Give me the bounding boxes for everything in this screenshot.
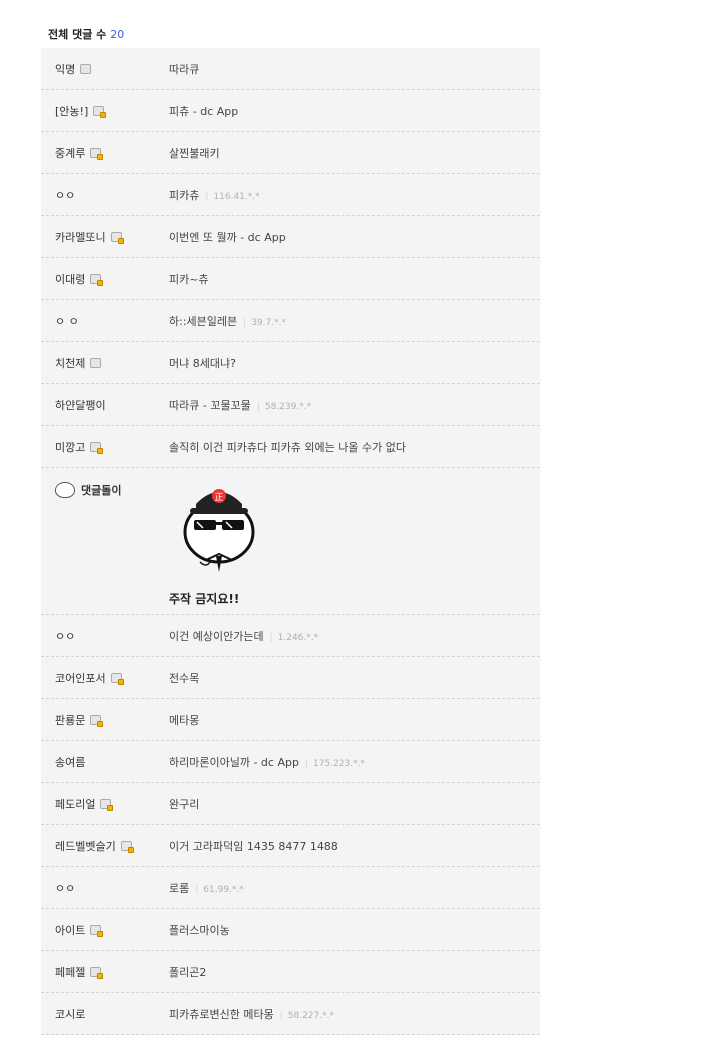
comment-author[interactable]: ㅇ ㅇ [55, 313, 79, 329]
comment-row: 이대령 피카~츄 [41, 258, 540, 300]
comment-text: 이번엔 또 뭘까 - dc App [169, 231, 286, 244]
comment-ip: 58.227.*.* [280, 1011, 334, 1021]
comment-text: 머냐 8세대냐? [169, 357, 236, 370]
comment-ip: 61.99.*.* [195, 885, 244, 895]
comment-row: 미깡고 솔직히 이건 피카츄다 피카츄 외에는 나올 수가 없다 [41, 426, 540, 468]
comment-row: 치천제 머냐 8세대냐? [41, 342, 540, 384]
comment-text: 살찐불래키 [169, 147, 220, 160]
comment-author[interactable]: 하얀달팽이 [55, 397, 106, 413]
comment-row: ㅇㅇ 로롬61.99.*.* [41, 867, 540, 909]
fixed-gallery-icon [110, 232, 124, 244]
comment-ip: 175.223.*.* [305, 759, 365, 769]
comment-count-header: 전체 댓글 수 20 [48, 26, 124, 42]
comment-count-value: 20 [110, 28, 125, 41]
comment-text: 로롬61.99.*.* [169, 880, 244, 896]
dcbot-row: 댓글돌이 正 주작 금지요!! [41, 468, 540, 615]
comment-text: 플러스마이농 [169, 924, 230, 937]
comment-row: 아이트 플러스마이농 [41, 909, 540, 951]
comment-ip: 1.246.*.* [270, 633, 319, 643]
comment-row: 페페젤 폴리곤2 [41, 951, 540, 993]
comment-count-label: 전체 댓글 수 [48, 28, 107, 41]
comment-author[interactable]: 아이트 [55, 922, 104, 938]
comment-row: [안농!] 피츄 - dc App [41, 90, 540, 132]
comment-text: 피츄 - dc App [169, 105, 239, 118]
gallery-icon [80, 64, 92, 74]
comment-row: 송여름 하리마론이아닐까 - dc App175.223.*.* [41, 741, 540, 783]
comment-author[interactable]: 이대령 [55, 271, 104, 287]
fixed-gallery-icon [120, 841, 134, 853]
comment-row: 익명 따라큐 [41, 48, 540, 90]
comment-author[interactable]: ㅇㅇ [55, 187, 75, 203]
fixed-gallery-icon [90, 148, 104, 160]
comment-ip: 58.239.*.* [257, 402, 311, 412]
comment-text: 따라큐 - 꼬물꼬물58.239.*.* [169, 397, 311, 413]
comment-author[interactable]: ㅇㅇ [55, 628, 75, 644]
comment-text: 메타몽 [169, 714, 200, 727]
comment-author[interactable]: ㅇㅇ [55, 880, 75, 896]
comment-author[interactable]: 코시로 [55, 1006, 85, 1022]
comment-author[interactable]: 레드벨벳슬기 [55, 838, 134, 854]
svg-text:正: 正 [214, 493, 223, 503]
comment-text: 완구리 [169, 798, 200, 811]
comment-row: ㅇㅇ 이건 예상이안가는데1.246.*.* [41, 615, 540, 657]
comment-text: 하::세븐일레븐39.7.*.* [169, 313, 286, 329]
comment-text: 전수목 [169, 672, 200, 685]
comment-row: 코시로 피카츄로변신한 메타몽58.227.*.* [41, 993, 540, 1035]
fixed-gallery-icon [90, 442, 104, 454]
comment-author[interactable]: 페페젤 [55, 964, 104, 980]
gallery-icon [90, 358, 102, 368]
comment-author[interactable]: [안농!] [55, 103, 107, 119]
comment-row: ㅇㅇ 피카츄116.41.*.* [41, 174, 540, 216]
comment-row: 코어인포서 전수목 [41, 657, 540, 699]
comment-text: 이거 고라파덕임 1435 8477 1488 [169, 840, 338, 853]
comment-row: 하얀달팽이 따라큐 - 꼬물꼬물58.239.*.* [41, 384, 540, 426]
comment-author[interactable]: 카라멜또니 [55, 229, 124, 245]
fixed-gallery-icon [90, 715, 104, 727]
comment-text: 따라큐 [169, 63, 200, 76]
comment-row: 레드벨벳슬기 이거 고라파덕임 1435 8477 1488 [41, 825, 540, 867]
comment-list: 익명 따라큐 [안농!] 피츄 - dc App 중계루 살찐불래키 ㅇㅇ 피카… [41, 48, 540, 1035]
fixed-gallery-icon [110, 673, 124, 685]
comment-author[interactable]: 페도리얼 [55, 796, 114, 812]
fixed-gallery-icon [90, 274, 104, 286]
comment-row: ㅇ ㅇ 하::세븐일레븐39.7.*.* [41, 300, 540, 342]
comment-author[interactable]: 코어인포서 [55, 670, 124, 686]
comment-row: 판룡문 메타몽 [41, 699, 540, 741]
comment-text: 솔직히 이건 피카츄다 피카츄 외에는 나올 수가 없다 [169, 441, 406, 454]
comment-row: 중계루 살찐불래키 [41, 132, 540, 174]
fixed-gallery-icon [100, 799, 114, 811]
fixed-gallery-icon [90, 967, 104, 979]
dcbot-author[interactable]: 댓글돌이 [55, 482, 121, 498]
comment-text: 폴리곤2 [169, 966, 207, 979]
comment-text: 하리마론이아닐까 - dc App175.223.*.* [169, 754, 365, 770]
comment-text: 피카츄로변신한 메타몽58.227.*.* [169, 1006, 334, 1022]
comment-row: 페도리얼 완구리 [41, 783, 540, 825]
comment-author[interactable]: 익명 [55, 61, 92, 77]
fixed-gallery-icon [93, 106, 107, 118]
comment-text: 피카츄116.41.*.* [169, 187, 260, 203]
comment-author[interactable]: 치천제 [55, 355, 102, 371]
dcbot-icon [55, 482, 75, 498]
dcbot-sticker-image: 正 [183, 489, 255, 572]
comment-text: 피카~츄 [169, 273, 209, 286]
comment-text: 이건 예상이안가는데1.246.*.* [169, 628, 318, 644]
comment-author[interactable]: 미깡고 [55, 439, 104, 455]
comment-row: 카라멜또니 이번엔 또 뭘까 - dc App [41, 216, 540, 258]
comment-author[interactable]: 송여름 [55, 754, 85, 770]
fixed-gallery-icon [90, 925, 104, 937]
comment-ip: 39.7.*.* [243, 318, 286, 328]
comment-author[interactable]: 판룡문 [55, 712, 104, 728]
comment-author[interactable]: 중계루 [55, 145, 104, 161]
comment-ip: 116.41.*.* [205, 192, 259, 202]
dcbot-caption: 주작 금지요!! [169, 592, 240, 606]
